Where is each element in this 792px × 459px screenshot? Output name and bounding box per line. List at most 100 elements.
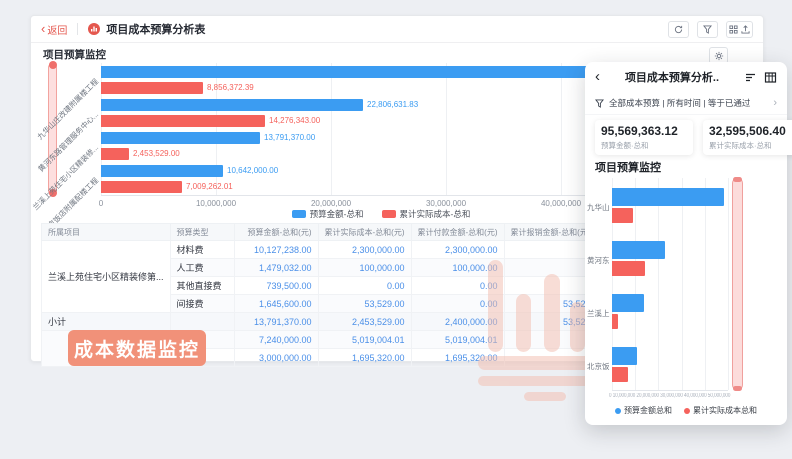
col-actual-cost: 累计实际成本-总和(元)	[318, 224, 411, 241]
project-cell: 小计	[42, 313, 171, 331]
value-cell: 10,127,238.00	[234, 241, 318, 259]
legend-dot-red	[684, 408, 690, 414]
window-title: 项目成本预算分析表	[106, 21, 205, 37]
bar-value-label: 13,791,370.00	[264, 132, 315, 144]
back-button[interactable]: ‹ 返回	[41, 22, 67, 37]
bar-budget[interactable]	[101, 66, 657, 78]
report-icon	[88, 23, 100, 35]
bar-actual[interactable]	[612, 261, 645, 276]
col-budget-amount: 预算金额-总和(元)	[234, 224, 318, 241]
bar-actual[interactable]	[101, 82, 203, 94]
y-category-label: 兰溪上..	[587, 308, 610, 319]
gridline	[705, 178, 706, 390]
value-cell: 100,000.00	[318, 259, 411, 277]
y-category-label: 黄河东..	[587, 255, 610, 266]
y-category-label: 九华山庄改建附属楼工程	[35, 76, 101, 142]
main-section-title: 项目预算监控	[43, 47, 106, 62]
y-category-label: 九华山..	[587, 202, 610, 213]
legend-swatch-blue	[292, 210, 306, 218]
gridline	[728, 178, 729, 390]
bar-actual[interactable]	[612, 208, 633, 223]
kpi-value: 95,569,363.12	[601, 124, 687, 138]
gridline	[682, 178, 683, 390]
x-tick-label: 20,000,000	[311, 199, 351, 208]
legend-item-actual[interactable]: 累计实际成本总和	[684, 405, 757, 416]
value-cell: 13,791,370.00	[234, 313, 318, 331]
chevron-right-icon: ›	[773, 97, 777, 109]
gridline	[658, 178, 659, 390]
kpi-actual-total: 32,595,506.40 累计实际成本·总和	[703, 120, 792, 155]
bar-budget[interactable]	[612, 294, 644, 312]
budget-type-cell: 间接费	[170, 295, 234, 313]
bar-budget[interactable]	[612, 188, 724, 206]
value-cell: 100,000.00	[411, 259, 504, 277]
bar-value-label: 10,642,000.00	[227, 165, 278, 177]
value-cell: 53,529.00	[318, 295, 411, 313]
more-tools-button[interactable]	[726, 21, 753, 38]
legend-dot-blue	[615, 408, 621, 414]
budget-type-cell: 材料费	[170, 241, 234, 259]
bar-budget[interactable]	[101, 99, 363, 111]
bar-budget[interactable]	[101, 132, 260, 144]
funnel-icon	[595, 99, 604, 108]
value-cell: 739,500.00	[234, 277, 318, 295]
project-cell: 兰溪上苑住宅小区精装修第...	[42, 241, 171, 313]
panel-title: 项目成本预算分析..	[600, 69, 744, 85]
bar-value-label: 2,453,529.00	[133, 148, 180, 160]
value-cell: 0.00	[411, 295, 504, 313]
value-cell: 5,019,004.01	[318, 331, 411, 349]
export-icon	[741, 25, 750, 34]
legend-label: 累计实际成本总和	[693, 405, 757, 416]
bar-value-label: 22,806,631.83	[367, 99, 418, 111]
y-category-label: 北京饭..	[587, 361, 610, 372]
bar-actual[interactable]	[101, 148, 129, 160]
budget-type-cell	[170, 313, 234, 331]
legend-item-actual[interactable]: 累计实际成本-总和	[382, 208, 471, 220]
bar-budget[interactable]	[612, 241, 665, 259]
bar-actual[interactable]	[101, 115, 265, 127]
bar-value-label: 8,856,372.39	[207, 82, 254, 94]
back-chevron-icon: ‹	[41, 24, 45, 34]
sort-list-icon[interactable]	[744, 71, 757, 84]
x-tick-label: 30,000,000	[426, 199, 466, 208]
kpi-label: 累计实际成本·总和	[709, 140, 792, 151]
bar-value-label: 14,276,343.00	[269, 115, 320, 127]
col-project: 所属项目	[42, 224, 171, 241]
panel-x-axis-labels: 0 10,000,000 20,000,000 30,000,000 40,00…	[609, 393, 722, 399]
value-cell: 7,240,000.00	[234, 331, 318, 349]
value-cell: 5,019,004.01	[411, 331, 504, 349]
panel-datazoom-slider[interactable]	[732, 178, 743, 390]
bar-actual[interactable]	[612, 314, 618, 329]
panel-section-title: 项目预算监控	[595, 159, 661, 175]
x-tick-label: 10,000,000	[196, 199, 236, 208]
bar-value-label: 7,009,262.01	[186, 181, 233, 193]
desktop-background: ‹ 返回 项目成本预算分析表	[0, 0, 792, 459]
col-paid-amount: 累计付款金额-总和(元)	[411, 224, 504, 241]
cost-monitor-caption: 成本数据监控	[68, 330, 206, 366]
refresh-button[interactable]	[668, 21, 689, 38]
bar-budget[interactable]	[612, 347, 637, 365]
x-tick-label: 0	[99, 199, 103, 208]
value-cell: 2,300,000.00	[411, 241, 504, 259]
value-cell: 0	[504, 349, 597, 367]
legend-label: 预算金额-总和	[310, 208, 364, 220]
bar-actual[interactable]	[612, 367, 628, 382]
kpi-cards: 95,569,363.12 预算金额·总和 32,595,506.40 累计实际…	[595, 120, 792, 155]
value-cell: 1,645,600.00	[234, 295, 318, 313]
bar-actual[interactable]	[101, 181, 182, 193]
filter-button[interactable]	[697, 21, 718, 38]
value-cell: 2,300,000.00	[318, 241, 411, 259]
table-view-icon[interactable]	[764, 71, 777, 84]
value-cell: 0	[504, 241, 597, 259]
header-actions	[668, 21, 753, 38]
legend-item-budget[interactable]: 预算金额总和	[615, 405, 672, 416]
gridline	[331, 63, 332, 195]
col-budget-type: 预算类型	[170, 224, 234, 241]
legend-item-budget[interactable]: 预算金额-总和	[292, 208, 364, 220]
value-cell: 2,400,000.00	[411, 313, 504, 331]
chart-legend: 预算金额-总和 累计实际成本-总和	[101, 208, 661, 220]
legend-swatch-red	[382, 210, 396, 218]
value-cell: 1,695,320.00	[411, 349, 504, 367]
panel-filter-bar[interactable]: 全部成本预算 | 所有时间 | 等于已通过 ›	[585, 92, 787, 115]
bar-budget[interactable]	[101, 165, 223, 177]
